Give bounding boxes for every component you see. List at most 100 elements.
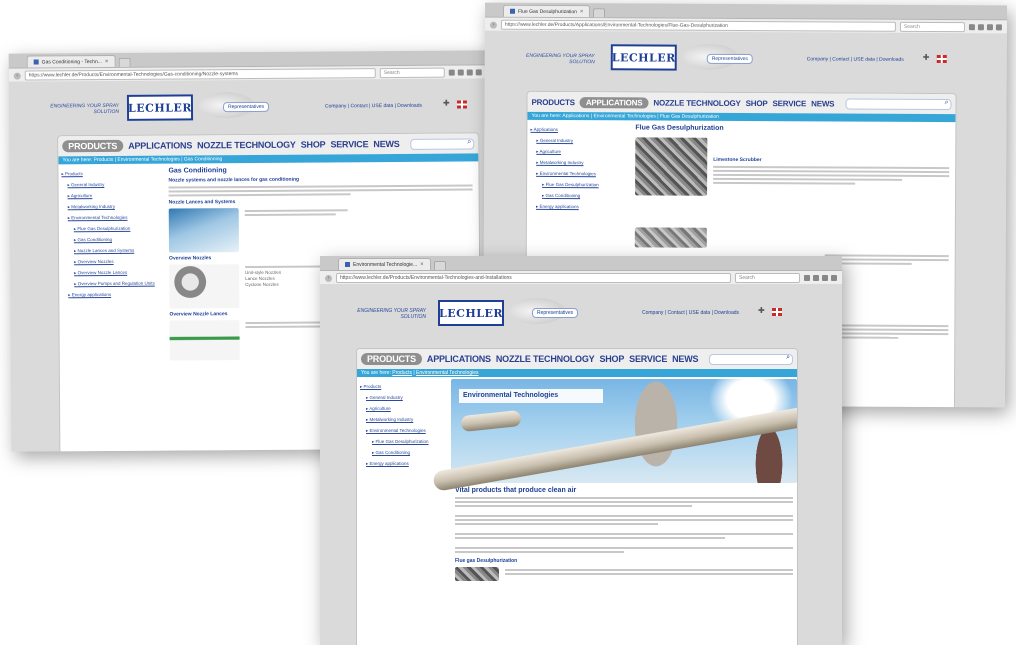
sidebar-item[interactable]: Energy applications bbox=[360, 458, 448, 469]
browser-tab[interactable]: Flue Gas Desulphurization × bbox=[502, 4, 591, 18]
address-input[interactable]: https://www.lechler.de/Products/Environm… bbox=[336, 273, 731, 283]
download-icon[interactable] bbox=[448, 69, 455, 76]
top-links[interactable]: Company | Contact | USE data | Downloads bbox=[807, 56, 904, 63]
top-links[interactable]: Company | Contact | USE data | Downloads bbox=[642, 310, 739, 316]
browser-search-input[interactable]: Search bbox=[379, 67, 445, 79]
nav-shop[interactable]: SHOP bbox=[301, 139, 326, 149]
section-heading[interactable]: Limestone Scrubber bbox=[713, 157, 949, 164]
nav-news[interactable]: NEWS bbox=[811, 99, 834, 108]
new-tab-button[interactable] bbox=[118, 57, 131, 67]
nav-nozzle-technology[interactable]: NOZZLE TECHNOLOGY bbox=[197, 140, 296, 151]
sidebar-item[interactable]: Products bbox=[360, 381, 448, 392]
sidebar-item[interactable]: Agriculture bbox=[530, 146, 626, 158]
browser-tab[interactable]: Environmental Technologie... × bbox=[338, 258, 431, 270]
search-icon[interactable]: ⌕ bbox=[945, 99, 949, 107]
people-icon[interactable]: ✚ bbox=[443, 99, 450, 108]
nav-products[interactable]: PRODUCTS bbox=[62, 139, 124, 153]
bookmark-icon[interactable] bbox=[813, 275, 819, 281]
nav-shop[interactable]: SHOP bbox=[746, 99, 768, 108]
download-icon[interactable] bbox=[968, 24, 975, 31]
breadcrumb-link[interactable]: Environmental Technologies bbox=[416, 370, 478, 376]
search-icon[interactable]: ⌕ bbox=[467, 138, 471, 146]
site-search-input[interactable]: ⌕ bbox=[845, 98, 952, 110]
sidebar-item[interactable]: Environmental Technologies bbox=[530, 168, 626, 180]
site-search-input[interactable]: ⌕ bbox=[709, 353, 793, 365]
section-heading[interactable]: Flue gas Desulphurization bbox=[455, 558, 793, 564]
breadcrumb-link[interactable]: Products bbox=[392, 370, 412, 376]
people-icon[interactable]: ✚ bbox=[923, 53, 930, 62]
new-tab-button[interactable] bbox=[593, 8, 606, 18]
sidebar-item[interactable]: Flue Gas Desulphurization bbox=[62, 223, 160, 235]
new-tab-button[interactable] bbox=[433, 261, 446, 270]
nav-shop[interactable]: SHOP bbox=[599, 354, 624, 364]
top-links[interactable]: Company | Contact | USE data | Downloads bbox=[325, 103, 422, 110]
nav-products[interactable]: PRODUCTS bbox=[361, 353, 422, 365]
nav-applications[interactable]: APPLICATIONS bbox=[579, 96, 649, 108]
sidebar-item[interactable]: Energy applications bbox=[62, 289, 160, 301]
nav-applications[interactable]: APPLICATIONS bbox=[128, 140, 192, 150]
sidebar-item[interactable]: Agriculture bbox=[62, 190, 160, 202]
sidebar-item[interactable]: General Industry bbox=[360, 392, 448, 403]
flag-icon[interactable] bbox=[456, 100, 468, 109]
browser-search-input[interactable]: Search bbox=[735, 273, 800, 283]
representatives-button[interactable]: Representatives bbox=[532, 308, 579, 318]
sidebar-item[interactable]: Agriculture bbox=[360, 403, 448, 414]
nav-applications[interactable]: APPLICATIONS bbox=[427, 354, 491, 364]
nav-nozzle-technology[interactable]: NOZZLE TECHNOLOGY bbox=[496, 354, 595, 364]
nav-news[interactable]: NEWS bbox=[672, 354, 698, 364]
back-icon[interactable]: ‹ bbox=[13, 72, 21, 80]
address-input[interactable]: https://www.lechler.de/Products/Applicat… bbox=[500, 19, 896, 32]
menu-icon[interactable] bbox=[475, 69, 482, 76]
sidebar-item[interactable]: Overview Nozzle Lances bbox=[62, 267, 160, 279]
sidebar-item[interactable]: Metalworking Industry bbox=[360, 414, 448, 425]
back-icon[interactable]: ‹ bbox=[489, 21, 497, 29]
menu-icon[interactable] bbox=[995, 24, 1002, 31]
sidebar-item[interactable]: Gas Conditioning bbox=[530, 190, 626, 202]
nav-service[interactable]: SERVICE bbox=[629, 354, 667, 364]
home-icon[interactable] bbox=[986, 24, 993, 31]
section-heading[interactable]: Nozzle Lances and Systems bbox=[169, 197, 473, 205]
close-icon[interactable]: × bbox=[580, 9, 584, 15]
sidebar-item[interactable]: Gas Conditioning bbox=[62, 234, 160, 246]
sidebar-item[interactable]: Nozzle Lances and Systems bbox=[62, 245, 160, 257]
sidebar-item[interactable]: Overview Pumps and Regulation Units bbox=[62, 278, 160, 290]
sidebar-item[interactable]: Metalworking Industry bbox=[530, 157, 626, 169]
flag-icon[interactable] bbox=[772, 308, 782, 316]
sidebar-item[interactable]: Gas Conditioning bbox=[360, 447, 448, 458]
search-icon[interactable]: ⌕ bbox=[786, 354, 790, 362]
download-icon[interactable] bbox=[804, 275, 810, 281]
browser-search-input[interactable]: Search bbox=[899, 21, 965, 33]
sidebar-item[interactable]: Products bbox=[61, 168, 159, 180]
bookmark-icon[interactable] bbox=[457, 69, 464, 76]
close-icon[interactable]: × bbox=[420, 262, 424, 268]
sidebar-item[interactable]: Flue Gas Desulphurization bbox=[530, 179, 626, 191]
sidebar-item[interactable]: Flue Gas Desulphurization bbox=[360, 436, 448, 447]
sidebar-item[interactable]: Metalworking Industry bbox=[62, 201, 160, 213]
close-icon[interactable]: × bbox=[105, 58, 109, 64]
sidebar-item[interactable]: General Industry bbox=[530, 135, 626, 147]
nav-service[interactable]: SERVICE bbox=[773, 99, 807, 108]
site-search-input[interactable]: ⌕ bbox=[410, 137, 475, 150]
logo[interactable]: LECHLER bbox=[126, 94, 194, 121]
bookmark-icon[interactable] bbox=[977, 24, 984, 31]
logo[interactable]: LECHLER bbox=[438, 300, 504, 326]
nav-nozzle-technology[interactable]: NOZZLE TECHNOLOGY bbox=[653, 98, 740, 107]
menu-icon[interactable] bbox=[831, 275, 837, 281]
people-icon[interactable]: ✚ bbox=[758, 306, 765, 315]
back-icon[interactable]: ‹ bbox=[325, 274, 332, 282]
flag-icon[interactable] bbox=[936, 55, 947, 64]
nav-news[interactable]: NEWS bbox=[373, 139, 399, 149]
browser-tab[interactable]: Gas Conditioning - Techn... × bbox=[26, 54, 116, 68]
home-icon[interactable] bbox=[466, 69, 473, 76]
sidebar-item[interactable]: Overview Nozzles bbox=[62, 256, 160, 268]
nav-service[interactable]: SERVICE bbox=[330, 139, 368, 149]
home-icon[interactable] bbox=[822, 275, 828, 281]
representatives-button[interactable]: Representatives bbox=[222, 101, 270, 113]
sidebar-item[interactable]: General Industry bbox=[61, 179, 159, 191]
logo[interactable]: LECHLER bbox=[610, 44, 677, 71]
sidebar-item[interactable]: Environmental Technologies bbox=[360, 425, 448, 436]
representatives-button[interactable]: Representatives bbox=[706, 53, 753, 65]
nav-products[interactable]: PRODUCTS bbox=[532, 97, 575, 106]
sidebar-item[interactable]: Applications bbox=[530, 124, 626, 136]
sidebar-item[interactable]: Energy applications bbox=[530, 201, 626, 213]
